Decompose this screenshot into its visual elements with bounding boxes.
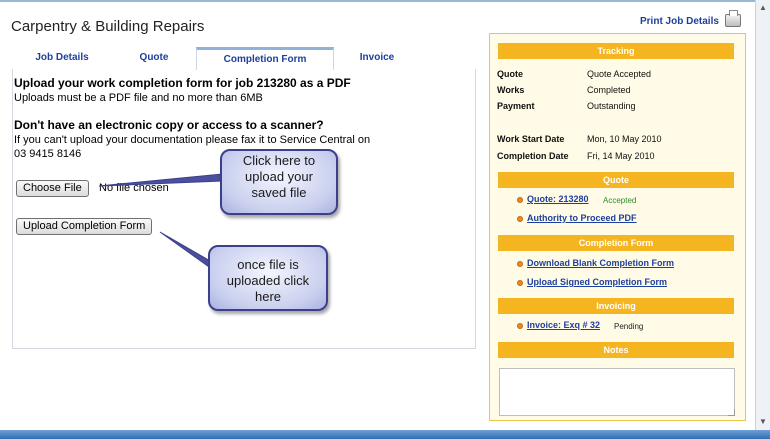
upload-completion-form-button[interactable]: Upload Completion Form <box>16 218 153 235</box>
upload-bullet-icon <box>517 280 523 286</box>
page-title: Carpentry & Building Repairs <box>11 18 205 35</box>
work-start-date-value: Mon, 10 May 2010 <box>587 134 662 144</box>
notes-header: Notes <box>498 342 734 358</box>
invoice-status: Pending <box>614 322 644 331</box>
taskbar-strip <box>0 430 770 439</box>
tracking-payment-value: Outstanding <box>587 101 636 111</box>
callout-choose-file: Click here to upload your saved file <box>220 149 338 215</box>
download-blank-form-link[interactable]: Download Blank Completion Form <box>527 258 674 268</box>
upload-requirements: Uploads must be a PDF file and no more t… <box>14 92 263 104</box>
quote-bullet-icon <box>517 197 523 203</box>
fax-heading: Don't have an electronic copy or access … <box>14 118 324 132</box>
fax-number: 03 9415 8146 <box>14 148 82 160</box>
tracking-works-label: Works <box>497 85 525 95</box>
upload-signed-form-link[interactable]: Upload Signed Completion Form <box>527 277 667 287</box>
work-start-date-label: Work Start Date <box>497 134 565 144</box>
invoice-link[interactable]: Invoice: Exq # 32 <box>527 320 600 330</box>
print-job-details-link[interactable]: Print Job Details <box>640 16 719 27</box>
tracking-works-value: Completed <box>587 85 631 95</box>
notes-textarea[interactable] <box>499 368 735 416</box>
upload-heading: Upload your work completion form for job… <box>14 76 351 90</box>
choose-file-button[interactable]: Choose File <box>16 180 89 197</box>
download-bullet-icon <box>517 261 523 267</box>
window-top-border <box>0 0 770 2</box>
callout-upload: once file is uploaded click here <box>208 245 328 311</box>
tab-bar: Job Details Quote Completion Form Invoic… <box>12 47 476 70</box>
invoicing-header: Invoicing <box>498 298 734 314</box>
scroll-down-icon[interactable]: ▼ <box>758 417 768 427</box>
callout2-line3: here <box>254 289 282 304</box>
callout1-line3: saved file <box>251 185 307 200</box>
quote-link[interactable]: Quote: 213280 <box>527 194 589 204</box>
tab-quote[interactable]: Quote <box>112 47 196 69</box>
quote-status: Accepted <box>603 196 637 205</box>
invoice-bullet-icon <box>517 323 523 329</box>
tracking-payment-label: Payment <box>497 101 535 111</box>
vertical-scrollbar[interactable]: ▲ ▼ <box>755 0 770 430</box>
tab-job-details[interactable]: Job Details <box>12 47 112 69</box>
no-file-chosen-text: No file chosen <box>99 182 169 194</box>
tracking-quote-label: Quote <box>497 69 523 79</box>
tracking-header: Tracking <box>498 43 734 59</box>
atp-bullet-icon <box>517 216 523 222</box>
callout2-line2: uploaded click <box>226 273 310 288</box>
authority-to-proceed-link[interactable]: Authority to Proceed PDF <box>527 213 637 223</box>
tracking-quote-value: Quote Accepted <box>587 69 652 79</box>
tab-invoice[interactable]: Invoice <box>332 47 422 69</box>
quote-header: Quote <box>498 172 734 188</box>
callout2-line1: once file is <box>237 257 299 272</box>
resize-grip-icon[interactable] <box>728 409 735 416</box>
completion-form-header: Completion Form <box>498 235 734 251</box>
tab-completion-form[interactable]: Completion Form <box>196 47 334 70</box>
completion-date-label: Completion Date <box>497 151 569 161</box>
printer-icon[interactable] <box>725 10 741 27</box>
scroll-up-icon[interactable]: ▲ <box>758 3 768 13</box>
callout1-line2: upload your <box>245 169 313 184</box>
completion-date-value: Fri, 14 May 2010 <box>587 151 655 161</box>
fax-instructions: If you can't upload your documentation p… <box>14 134 371 146</box>
callout1-line1: Click here to <box>242 153 316 168</box>
